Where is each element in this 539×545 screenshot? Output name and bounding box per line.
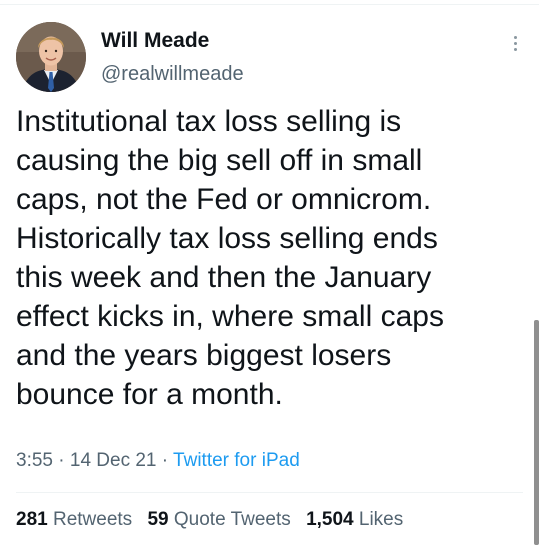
engagement-stats: 281 Retweets 59 Quote Tweets 1,504 Likes	[16, 508, 413, 532]
quote-tweets-stat[interactable]: 59 Quote Tweets	[147, 509, 290, 530]
meta-separator: ·	[52, 450, 70, 471]
likes-label: Likes	[358, 509, 404, 530]
tweet-meta: 3:55 · 14 Dec 21 · Twitter for iPad	[16, 449, 300, 473]
meta-separator: ·	[156, 450, 174, 471]
tweet-date[interactable]: 14 Dec 21	[70, 450, 157, 471]
likes-stat[interactable]: 1,504 Likes	[306, 509, 403, 530]
dot	[513, 47, 517, 51]
profile-photo-icon	[16, 22, 86, 92]
tweet-time[interactable]: 3:55	[16, 450, 53, 471]
quote-tweets-label: Quote Tweets	[173, 509, 291, 530]
more-options-icon[interactable]	[505, 30, 525, 56]
author-handle[interactable]: @realwillmeade	[101, 62, 244, 86]
tweet-source-link[interactable]: Twitter for iPad	[173, 450, 300, 471]
tweet-line: Institutional tax loss selling is	[16, 105, 402, 138]
top-divider	[0, 4, 539, 5]
tweet-line: bounce for a month.	[16, 378, 283, 411]
retweets-count: 281	[16, 509, 48, 530]
dot	[513, 41, 517, 45]
author-name[interactable]: Will Meade	[101, 29, 209, 53]
tweet-line: and the years biggest losers	[16, 339, 392, 372]
quote-tweets-count: 59	[147, 509, 169, 530]
stats-divider	[16, 492, 523, 493]
retweets-label: Retweets	[52, 509, 133, 530]
tweet-line: this week and then the January	[16, 261, 432, 294]
tweet-line: causing the big sell off in small	[16, 144, 423, 177]
tweet-line: Historically tax loss selling ends	[16, 222, 438, 255]
avatar[interactable]	[16, 22, 86, 92]
likes-count: 1,504	[306, 509, 354, 530]
dot	[513, 35, 517, 39]
tweet-line: effect kicks in, where small caps	[16, 300, 444, 333]
tweet-line: caps, not the Fed or omnicrom.	[16, 183, 432, 216]
retweets-stat[interactable]: 281 Retweets	[16, 509, 132, 530]
scrollbar-thumb[interactable]	[534, 320, 539, 545]
tweet-text: Institutional tax loss selling is causin…	[16, 102, 526, 414]
